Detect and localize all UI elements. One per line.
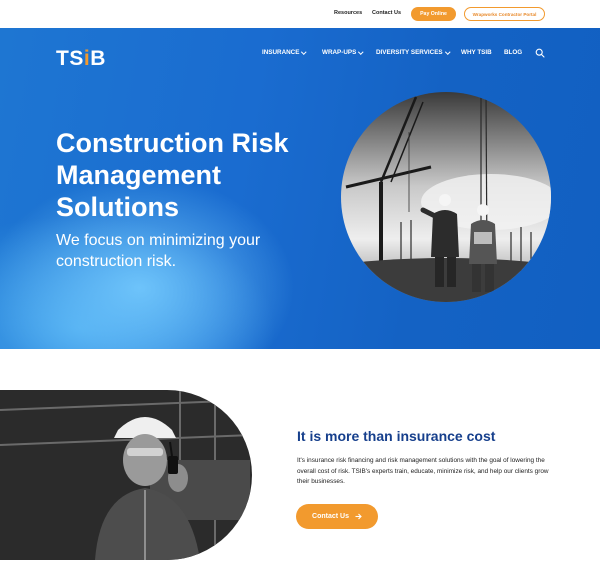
chevron-down-icon [358,49,364,54]
tsib-logo[interactable]: TSiB [56,47,106,71]
contact-link[interactable]: Contact Us [372,10,401,16]
section-body: It's insurance risk financing and risk m… [297,457,549,485]
contractor-portal-button[interactable]: Wrapworks Contractor Portal [464,7,545,21]
nav-blog[interactable]: BLOG [504,49,522,56]
chevron-down-icon [301,49,307,54]
worker-radio-photo [0,390,252,560]
construction-site-photo [341,92,551,302]
chevron-down-icon [444,49,450,54]
nav-why-tsib[interactable]: WHY TSIB [461,49,492,56]
search-icon[interactable] [535,48,545,58]
pay-online-button[interactable]: Pay Online [411,7,456,21]
section-title: It is more than insurance cost [297,428,496,444]
hero-title: Construction Risk Management Solutions [56,128,289,222]
arrow-right-icon [355,513,362,520]
nav-insurance[interactable]: INSURANCE [262,49,307,56]
hero-section: TSiB INSURANCE WRAP-UPS DIVERSITY SERVIC… [0,28,600,349]
hero-subtitle: We focus on minimizing your construction… [56,232,261,270]
nav-wrap-ups[interactable]: WRAP-UPS [322,49,364,56]
utility-bar: Resources Contact Us Pay Online Wrapwork… [0,0,600,28]
contact-us-button[interactable]: Contact Us [296,504,378,529]
resources-link[interactable]: Resources [334,10,362,16]
nav-diversity-services[interactable]: DIVERSITY SERVICES [376,49,450,56]
